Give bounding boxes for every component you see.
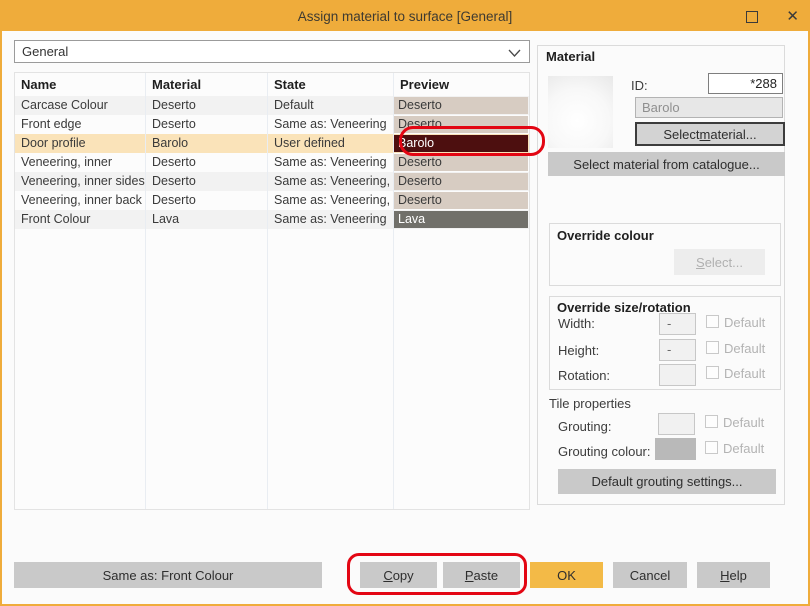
cell-material: Deserto xyxy=(146,191,268,210)
cell-state: Same as: Veneering xyxy=(268,153,394,172)
surface-table-body: Carcase ColourDesertoDefaultDesertoFront… xyxy=(15,96,529,229)
width-label: Width: xyxy=(558,316,595,331)
table-row[interactable]: Door profileBaroloUser definedBarolo xyxy=(15,134,529,153)
cell-state: Default xyxy=(268,96,394,115)
grouting-colour-default-checkbox[interactable] xyxy=(705,441,718,454)
grouting-colour-default-label: Default xyxy=(723,441,764,456)
select-colour-button[interactable]: Select... xyxy=(674,249,765,275)
cell-material: Deserto xyxy=(146,96,268,115)
copy-button[interactable]: Copy xyxy=(360,562,437,588)
cell-state: Same as: Veneering, inne xyxy=(268,191,394,210)
width-field[interactable]: - xyxy=(659,313,696,335)
cell-state: Same as: Veneering, inne xyxy=(268,172,394,191)
preview-swatch: Deserto xyxy=(394,192,528,209)
material-preview-swatch xyxy=(548,76,613,148)
select-material-button[interactable]: Select material... xyxy=(635,122,785,146)
cell-preview: Deserto xyxy=(394,153,529,172)
cell-name: Carcase Colour xyxy=(15,96,146,115)
rotation-label: Rotation: xyxy=(558,368,610,383)
column-header-preview: Preview xyxy=(394,73,529,96)
width-default-label: Default xyxy=(724,315,765,330)
override-size-rotation-group: Override size/rotation Width: - Default … xyxy=(549,296,781,390)
chevron-down-icon xyxy=(508,49,521,57)
cell-state: Same as: Veneering xyxy=(268,115,394,134)
preview-swatch: Deserto xyxy=(394,116,528,133)
cell-material: Deserto xyxy=(146,115,268,134)
override-colour-heading: Override colour xyxy=(557,228,654,243)
column-header-name: Name xyxy=(15,73,146,96)
height-default-checkbox[interactable] xyxy=(706,341,719,354)
table-row[interactable]: Front edgeDesertoSame as: VeneeringDeser… xyxy=(15,115,529,134)
surface-select[interactable]: General xyxy=(14,40,530,63)
cell-material: Lava xyxy=(146,210,268,229)
cell-name: Veneering, inner sides xyxy=(15,172,146,191)
grouting-default-label: Default xyxy=(723,415,764,430)
cell-material: Deserto xyxy=(146,153,268,172)
height-default-label: Default xyxy=(724,341,765,356)
dialog-title: Assign material to surface [General] xyxy=(298,9,513,24)
maximize-icon[interactable] xyxy=(746,11,758,23)
default-grouting-settings-button[interactable]: Default grouting settings... xyxy=(558,469,776,494)
cell-name: Front edge xyxy=(15,115,146,134)
cancel-button[interactable]: Cancel xyxy=(613,562,687,588)
ok-button[interactable]: OK xyxy=(530,562,603,588)
window-buttons: ✕ xyxy=(746,2,799,31)
cell-preview: Deserto xyxy=(394,172,529,191)
cell-name: Door profile xyxy=(15,134,146,153)
grouting-colour-label: Grouting colour: xyxy=(558,444,651,459)
material-panel: Material ID: Barolo Select material... S… xyxy=(537,45,785,505)
grouting-default-checkbox[interactable] xyxy=(705,415,718,428)
rotation-default-checkbox[interactable] xyxy=(706,366,719,379)
preview-swatch: Barolo xyxy=(394,135,528,152)
cell-name: Veneering, inner back xyxy=(15,191,146,210)
select-material-from-catalogue-button[interactable]: Select material from catalogue... xyxy=(548,152,785,176)
grouting-colour-swatch[interactable] xyxy=(655,438,696,460)
cell-name: Front Colour xyxy=(15,210,146,229)
cell-state: User defined xyxy=(268,134,394,153)
grouting-label: Grouting: xyxy=(558,419,611,434)
rotation-field[interactable] xyxy=(659,364,696,386)
table-header: Name Material State Preview xyxy=(15,73,529,96)
surface-material-table: Name Material State Preview Carcase Colo… xyxy=(14,72,530,510)
cell-preview: Deserto xyxy=(394,191,529,210)
cell-preview: Deserto xyxy=(394,96,529,115)
preview-swatch: Deserto xyxy=(394,154,528,171)
preview-swatch: Lava xyxy=(394,211,528,228)
cell-preview: Lava xyxy=(394,210,529,229)
table-row[interactable]: Carcase ColourDesertoDefaultDeserto xyxy=(15,96,529,115)
height-label: Height: xyxy=(558,343,599,358)
titlebar: Assign material to surface [General] ✕ xyxy=(2,2,808,31)
id-input[interactable] xyxy=(708,73,783,94)
table-row[interactable]: Veneering, inner backDesertoSame as: Ven… xyxy=(15,191,529,210)
cell-state: Same as: Veneering xyxy=(268,210,394,229)
surface-select-value: General xyxy=(22,44,68,59)
column-header-material: Material xyxy=(146,73,268,96)
paste-button[interactable]: Paste xyxy=(443,562,520,588)
grouting-field[interactable] xyxy=(658,413,695,435)
close-icon[interactable]: ✕ xyxy=(786,9,799,24)
preview-swatch: Deserto xyxy=(394,173,528,190)
table-row[interactable]: Veneering, inner sidesDesertoSame as: Ve… xyxy=(15,172,529,191)
material-heading: Material xyxy=(546,49,595,64)
cell-name: Veneering, inner xyxy=(15,153,146,172)
cell-material: Deserto xyxy=(146,172,268,191)
cell-material: Barolo xyxy=(146,134,268,153)
assign-material-dialog: Assign material to surface [General] ✕ G… xyxy=(0,0,810,606)
tile-properties-heading: Tile properties xyxy=(549,396,631,411)
cell-preview: Barolo xyxy=(394,134,529,153)
column-header-state: State xyxy=(268,73,394,96)
id-label: ID: xyxy=(631,78,648,93)
table-row[interactable]: Veneering, innerDesertoSame as: Veneerin… xyxy=(15,153,529,172)
preview-swatch: Deserto xyxy=(394,97,528,114)
cell-preview: Deserto xyxy=(394,115,529,134)
width-default-checkbox[interactable] xyxy=(706,315,719,328)
height-field[interactable]: - xyxy=(659,339,696,361)
table-empty-area xyxy=(15,229,529,509)
help-button[interactable]: Help xyxy=(697,562,770,588)
table-row[interactable]: Front ColourLavaSame as: VeneeringLava xyxy=(15,210,529,229)
same-as-button[interactable]: Same as: Front Colour xyxy=(14,562,322,588)
rotation-default-label: Default xyxy=(724,366,765,381)
override-colour-group: Override colour Select... xyxy=(549,223,781,286)
material-name-field: Barolo xyxy=(635,97,783,118)
